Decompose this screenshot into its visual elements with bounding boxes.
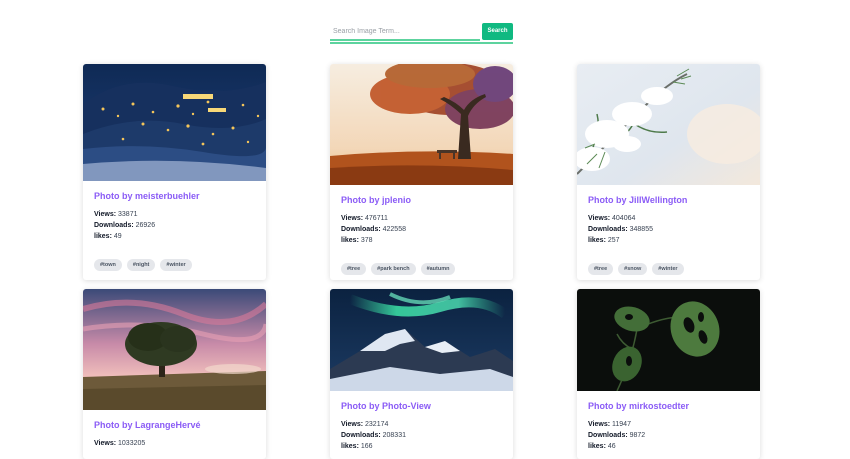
author-link[interactable]: Photo by meisterbuehler xyxy=(94,191,255,201)
author-link[interactable]: Photo by JillWellington xyxy=(588,195,749,205)
image-card[interactable]: Photo by jplenio Views: 476711 Downloads… xyxy=(330,64,513,280)
tag-badge[interactable]: #tree xyxy=(341,263,367,275)
views-stat: Views: 404064 xyxy=(588,215,636,222)
author-link[interactable]: Photo by jplenio xyxy=(341,195,502,205)
downloads-stat: Downloads: 422558 xyxy=(341,226,406,233)
card-image-snowy-branch xyxy=(577,64,760,185)
tag-list: #tree #snow #winter xyxy=(588,263,749,275)
tag-badge[interactable]: #winter xyxy=(652,263,684,275)
tag-badge[interactable]: #night xyxy=(126,259,156,271)
search-button[interactable]: Search xyxy=(482,23,513,40)
image-card[interactable]: Photo by JillWellington Views: 404064 Do… xyxy=(577,64,760,280)
likes-stat: likes: 257 xyxy=(588,237,620,244)
views-stat: Views: 33871 xyxy=(94,211,138,218)
image-card[interactable]: Photo by meisterbuehler Views: 33871 Dow… xyxy=(83,64,266,280)
author-link[interactable]: Photo by Photo-View xyxy=(341,401,502,411)
views-stat: Views: 232174 xyxy=(341,421,389,428)
tag-list: #town #night #winter xyxy=(94,259,255,271)
tag-badge[interactable]: #park bench xyxy=(371,263,416,275)
views-stat: Views: 11947 xyxy=(588,421,631,428)
search-underline xyxy=(330,42,513,44)
card-image-monstera-leaves xyxy=(577,289,760,391)
image-card[interactable]: Photo by LagrangeHervé Views: 1033205 xyxy=(83,289,266,459)
card-image-tree-sunset xyxy=(83,289,266,410)
downloads-stat: Downloads: 208331 xyxy=(341,432,406,439)
tag-badge[interactable]: #winter xyxy=(160,259,192,271)
downloads-stat: Downloads: 348855 xyxy=(588,226,653,233)
views-stat: Views: 476711 xyxy=(341,215,388,222)
image-card[interactable]: Photo by mirkostoedter Views: 11947 Down… xyxy=(577,289,760,459)
likes-stat: likes: 49 xyxy=(94,233,122,240)
author-link[interactable]: Photo by mirkostoedter xyxy=(588,401,749,411)
author-link[interactable]: Photo by LagrangeHervé xyxy=(94,420,255,430)
likes-stat: likes: 166 xyxy=(341,443,373,450)
downloads-stat: Downloads: 9872 xyxy=(588,432,646,439)
card-image-aurora-mountains xyxy=(330,289,513,391)
tag-badge[interactable]: #autumn xyxy=(420,263,456,275)
downloads-stat: Downloads: 26926 xyxy=(94,222,156,229)
likes-stat: likes: 378 xyxy=(341,237,373,244)
tag-badge[interactable]: #town xyxy=(94,259,122,271)
image-card[interactable]: Photo by Photo-View Views: 232174 Downlo… xyxy=(330,289,513,459)
card-image-night-town xyxy=(83,64,266,181)
views-stat: Views: 1033205 xyxy=(94,440,146,447)
tag-list: #tree #park bench #autumn xyxy=(341,263,502,275)
card-image-autumn-tree xyxy=(330,64,513,185)
likes-stat: likes: 46 xyxy=(588,443,616,450)
search-input[interactable] xyxy=(330,23,480,41)
tag-badge[interactable]: #snow xyxy=(618,263,648,275)
tag-badge[interactable]: #tree xyxy=(588,263,614,275)
